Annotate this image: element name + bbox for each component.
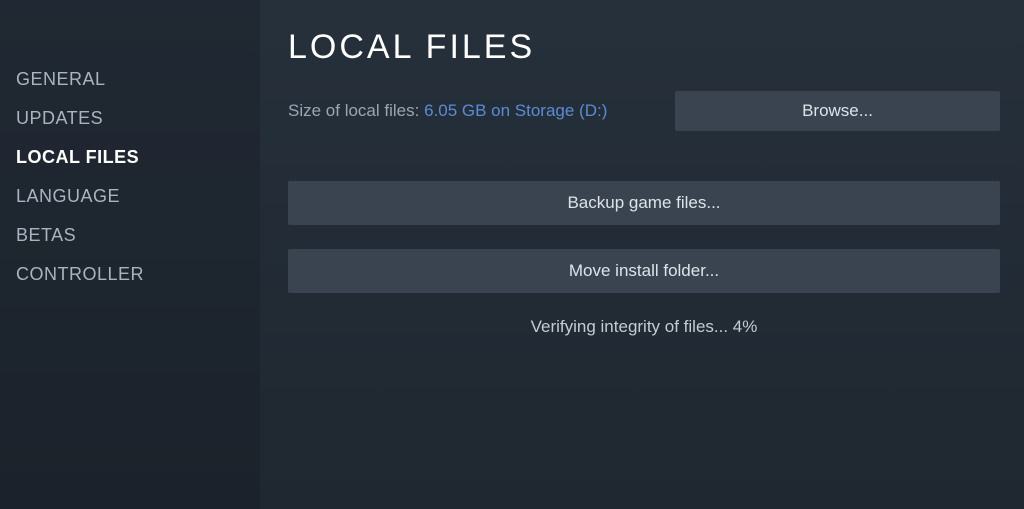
sidebar: GENERAL UPDATES LOCAL FILES LANGUAGE BET…	[0, 0, 260, 509]
sidebar-item-betas[interactable]: BETAS	[16, 216, 260, 255]
size-row: Size of local files: 6.05 GB on Storage …	[288, 91, 1000, 131]
size-storage-link[interactable]: 6.05 GB on Storage (D:)	[424, 101, 607, 120]
sidebar-item-updates[interactable]: UPDATES	[16, 99, 260, 138]
main-panel: LOCAL FILES Size of local files: 6.05 GB…	[260, 0, 1024, 509]
verify-status-text: Verifying integrity of files... 4%	[288, 317, 1000, 337]
size-of-files-text: Size of local files: 6.05 GB on Storage …	[288, 101, 607, 121]
sidebar-item-language[interactable]: LANGUAGE	[16, 177, 260, 216]
sidebar-item-controller[interactable]: CONTROLLER	[16, 255, 260, 294]
page-title: LOCAL FILES	[288, 28, 1000, 67]
sidebar-item-local-files[interactable]: LOCAL FILES	[16, 138, 260, 177]
move-install-folder-button[interactable]: Move install folder...	[288, 249, 1000, 293]
sidebar-item-general[interactable]: GENERAL	[16, 60, 260, 99]
browse-button[interactable]: Browse...	[675, 91, 1000, 131]
backup-game-files-button[interactable]: Backup game files...	[288, 181, 1000, 225]
size-label: Size of local files:	[288, 101, 424, 120]
